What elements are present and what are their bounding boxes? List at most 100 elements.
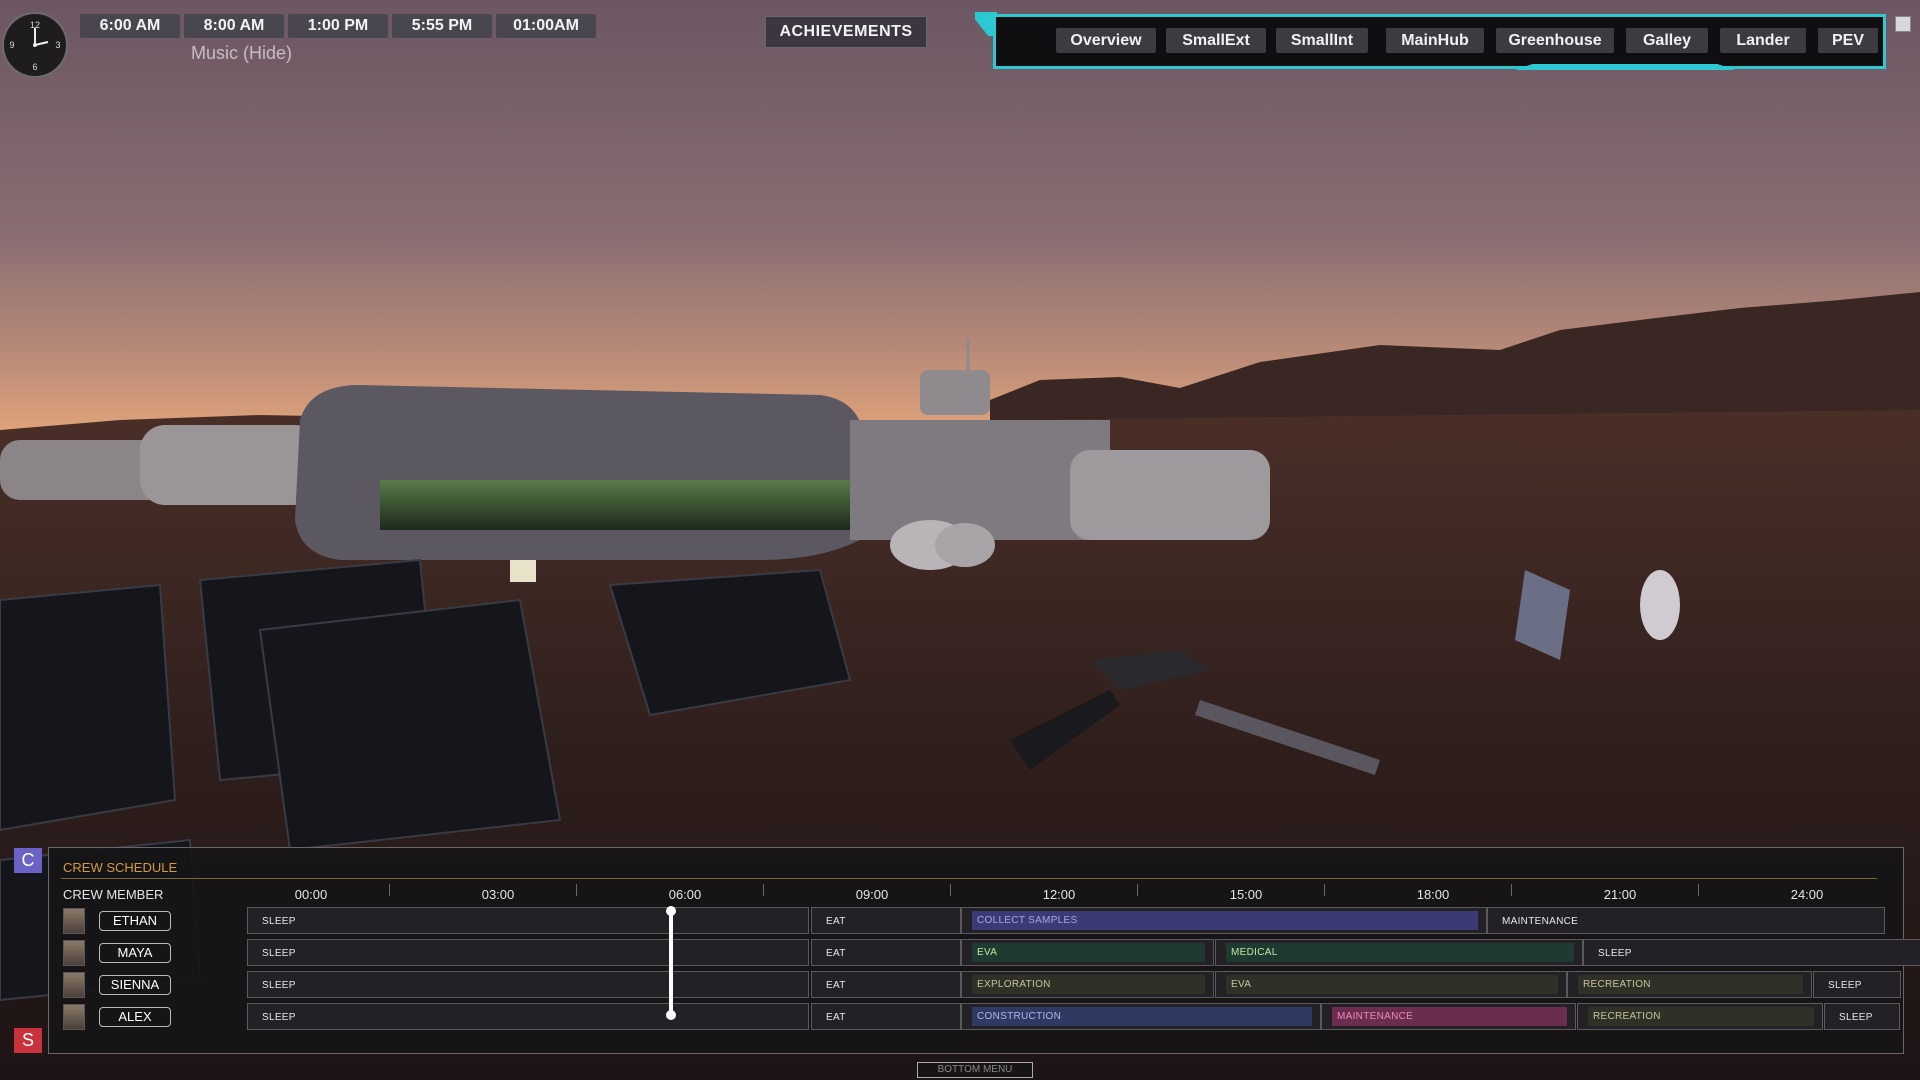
crew-avatar[interactable] [63,908,85,934]
nav-mainhub[interactable]: MainHub [1386,28,1484,53]
activity-block[interactable]: SLEEP [1813,971,1901,998]
crew-name-button[interactable]: MAYA [99,943,171,963]
nav-smallint[interactable]: SmallInt [1276,28,1368,53]
time-preset-1am-button[interactable]: 01:00AM [496,14,596,38]
crew-avatar[interactable] [63,972,85,998]
time-preset-6am-button[interactable]: 6:00 AM [80,14,180,38]
time-preset-8am-button[interactable]: 8:00 AM [184,14,284,38]
activity-label: SLEEP [1598,948,1632,959]
crew-name-button[interactable]: ETHAN [99,911,171,931]
activity-block[interactable]: SLEEP [1583,939,1920,966]
tick-separator [1698,884,1699,896]
side-module [1070,450,1270,540]
crew-name-button[interactable]: SIENNA [99,975,171,995]
clock-numeral-6: 6 [32,62,37,72]
astronaut [1640,570,1680,640]
crew-avatar[interactable] [63,940,85,966]
activity-block[interactable]: MEDICAL [1215,939,1583,966]
time-tick-5: 15:00 [1229,887,1263,902]
activity-block[interactable]: MAINTENANCE [1321,1003,1576,1030]
activity-block[interactable]: COLLECT SAMPLES [961,907,1487,934]
nav-greenhouse[interactable]: Greenhouse [1496,28,1614,53]
activity-label: RECREATION [1588,1007,1814,1026]
tick-separator [1511,884,1512,896]
window-toggle-button[interactable] [1895,16,1911,32]
crew-row-ethan: ETHAN SLEEP EAT COLLECT SAMPLES MAINTENANCE [49,907,1905,935]
module-nav: Overview SmallExt SmallInt MainHub Green… [975,12,1889,72]
activity-label: EAT [826,948,846,959]
activity-block[interactable]: SLEEP [1824,1003,1900,1030]
tick-separator [763,884,764,896]
activity-block[interactable]: EXPLORATION [961,971,1214,998]
activity-label: EVA [972,943,1205,962]
current-time-marker-bottom-handle[interactable] [666,1010,676,1020]
habitat-segment [140,425,320,505]
activity-block[interactable]: EVA [961,939,1214,966]
activity-label: MAINTENANCE [1502,916,1579,927]
bottom-menu-button[interactable]: BOTTOM MENU [917,1062,1033,1078]
activity-label: RECREATION [1578,975,1803,994]
activity-block[interactable]: RECREATION [1577,1003,1823,1030]
activity-block[interactable]: SLEEP [247,1003,809,1030]
greenhouse-module [295,385,865,560]
activity-label: CONSTRUCTION [972,1007,1312,1026]
nav-galley[interactable]: Galley [1626,28,1708,53]
activity-label: EAT [826,1012,846,1023]
time-tick-7: 21:00 [1603,887,1637,902]
nav-pev[interactable]: PEV [1818,28,1878,53]
activity-block[interactable]: EAT [811,1003,961,1030]
crew-row-alex: ALEX SLEEP EAT CONSTRUCTION MAINTENANCE RECRE… [49,1003,1905,1031]
activity-block[interactable]: SLEEP [247,907,809,934]
time-tick-1: 03:00 [481,887,515,902]
time-tick-6: 18:00 [1416,887,1450,902]
activity-block[interactable]: CONSTRUCTION [961,1003,1321,1030]
analog-clock: 12 3 6 9 [2,12,68,78]
activity-label: SLEEP [262,948,296,959]
activity-label: SLEEP [1828,980,1862,991]
activity-label: COLLECT SAMPLES [972,911,1478,930]
crew-schedule-toggle-button[interactable]: C [14,848,42,873]
activity-block[interactable]: EVA [1215,971,1567,998]
time-tick-0: 00:00 [294,887,328,902]
activity-block[interactable]: SLEEP [247,939,809,966]
crew-member-header: CREW MEMBER [63,887,164,902]
activity-block[interactable]: EAT [811,907,961,934]
time-tick-2: 06:00 [668,887,702,902]
time-preset-1pm-button[interactable]: 1:00 PM [288,14,388,38]
achievements-button[interactable]: ACHIEVEMENTS [765,16,927,48]
time-preset-555pm-button[interactable]: 5:55 PM [392,14,492,38]
activity-block[interactable]: MAINTENANCE [1487,907,1885,934]
activity-block[interactable]: SLEEP [247,971,809,998]
nav-lander[interactable]: Lander [1720,28,1806,53]
tick-separator [389,884,390,896]
activity-label: MEDICAL [1226,943,1574,962]
s-panel-toggle-button[interactable]: S [14,1028,42,1053]
greenhouse-plants [380,480,850,530]
activity-label: SLEEP [262,980,296,991]
current-time-marker-top-handle[interactable] [666,906,676,916]
crew-name-button[interactable]: ALEX [99,1007,171,1027]
activity-label: EAT [826,916,846,927]
tick-separator [576,884,577,896]
activity-label: EVA [1226,975,1558,994]
nav-underline [1515,64,1735,70]
panel-divider [61,878,1877,879]
nav-overview[interactable]: Overview [1056,28,1156,53]
music-toggle[interactable]: Music (Hide) [191,43,292,64]
current-time-marker[interactable] [669,908,673,1016]
nav-smallext[interactable]: SmallExt [1166,28,1266,53]
time-tick-4: 12:00 [1042,887,1076,902]
activity-block[interactable]: EAT [811,971,961,998]
activity-block[interactable]: EAT [811,939,961,966]
tick-separator [950,884,951,896]
crew-row-sienna: SIENNA SLEEP EAT EXPLORATION EVA RECREATION SL… [49,971,1905,999]
activity-block[interactable]: RECREATION [1567,971,1812,998]
activity-label: EAT [826,980,846,991]
time-tick-8: 24:00 [1790,887,1824,902]
clock-numeral-9: 9 [9,40,14,50]
clock-numeral-3: 3 [55,40,60,50]
panel-title: CREW SCHEDULE [63,860,178,875]
tick-separator [1324,884,1325,896]
crew-avatar[interactable] [63,1004,85,1030]
crew-schedule-panel: CREW SCHEDULE CREW MEMBER 00:00 03:00 06:0… [48,847,1920,1054]
